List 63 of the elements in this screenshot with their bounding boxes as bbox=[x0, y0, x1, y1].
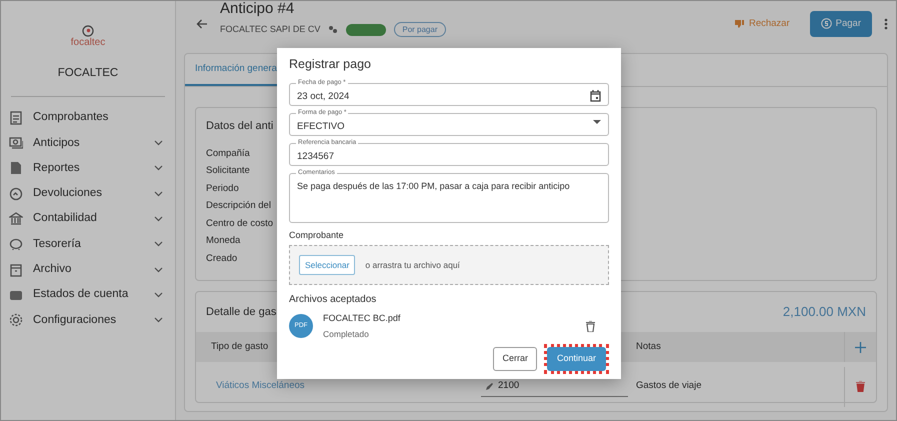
column-header: Tipo de gasto bbox=[211, 340, 268, 352]
cash-icon bbox=[9, 136, 23, 150]
chevron-icon bbox=[154, 165, 163, 172]
sidebar-item[interactable]: Contabilidad bbox=[1, 206, 175, 232]
dialog-title: Registrar pago bbox=[289, 56, 372, 72]
sidebar-item[interactable]: Anticipos bbox=[1, 130, 175, 156]
drop-hint: o arrastra tu archivo aquí bbox=[365, 258, 460, 272]
column-header: Notas bbox=[636, 340, 662, 354]
logo-icon bbox=[82, 25, 94, 37]
file-status: Completado bbox=[323, 328, 370, 340]
archive-icon bbox=[9, 262, 23, 277]
page-title: Anticipo #4 bbox=[220, 0, 296, 18]
sidebar-item[interactable]: Archivo bbox=[1, 257, 175, 282]
chevron-icon bbox=[154, 216, 163, 222]
dollar-icon bbox=[820, 18, 832, 30]
chevron-icon bbox=[154, 190, 163, 197]
file-name: FOCALTEC BC.pdf bbox=[323, 312, 402, 325]
chevron-icon bbox=[154, 292, 163, 298]
people-icon bbox=[328, 24, 338, 35]
calendar-icon bbox=[590, 90, 601, 102]
more-options-icon[interactable] bbox=[884, 18, 888, 30]
section-title: Datos del anti bbox=[206, 119, 274, 134]
back-arrow-icon[interactable] bbox=[196, 18, 208, 29]
add-icon[interactable] bbox=[855, 342, 866, 352]
close-button[interactable]: Cerrar bbox=[493, 347, 537, 371]
company-name: FOCALTEC bbox=[58, 66, 118, 81]
field-label: Solicitante bbox=[206, 164, 250, 178]
sidebar-item[interactable]: Estados de cuenta bbox=[1, 282, 175, 308]
upload-label: Comprobante bbox=[289, 230, 345, 241]
pencil-icon bbox=[485, 382, 494, 390]
file-icon bbox=[9, 161, 23, 176]
select-file-button[interactable]: Seleccionar bbox=[299, 254, 356, 276]
field-label: Descripción del bbox=[206, 199, 271, 213]
trash-icon[interactable] bbox=[856, 381, 865, 392]
chevron-icon bbox=[154, 266, 163, 273]
dropdown-arrow-icon bbox=[593, 120, 601, 125]
continue-button[interactable]: Continuar bbox=[546, 347, 606, 371]
field-label: Moneda bbox=[206, 234, 240, 248]
brand-logo: focaltec bbox=[70, 37, 106, 49]
field-label: Compañía bbox=[206, 146, 250, 160]
thumbs-down-icon bbox=[734, 18, 745, 29]
gear-icon bbox=[9, 313, 23, 328]
sidebar-item[interactable]: Reportes bbox=[1, 156, 175, 182]
sidebar-item[interactable]: Comprobantes bbox=[1, 105, 175, 131]
sidebar-item[interactable]: Tesorería bbox=[1, 232, 175, 258]
section-title: Detalle de gas bbox=[206, 304, 276, 320]
section-title: Archivos aceptados bbox=[289, 293, 378, 306]
sidebar-item[interactable]: Configuraciones bbox=[1, 308, 175, 333]
company-subtitle: FOCALTEC SAPI DE CV bbox=[220, 23, 320, 36]
sidebar-item[interactable]: Devoluciones bbox=[1, 181, 175, 206]
table-cell-text: Gastos de viaje bbox=[636, 379, 702, 394]
total-amount: 2,100.00 MXN bbox=[782, 303, 866, 322]
trash-icon[interactable] bbox=[586, 320, 595, 332]
chevron-icon bbox=[154, 241, 163, 248]
field-label: Creado bbox=[206, 252, 238, 266]
status-badge: Por pagar bbox=[394, 22, 446, 38]
document-icon bbox=[9, 110, 23, 125]
chevron-icon bbox=[154, 317, 163, 324]
chevron-icon bbox=[154, 140, 163, 146]
field-label: Periodo bbox=[206, 182, 239, 196]
bank-icon bbox=[9, 212, 23, 226]
status-pill bbox=[346, 24, 386, 36]
field-label: Centro de costo bbox=[206, 216, 274, 230]
